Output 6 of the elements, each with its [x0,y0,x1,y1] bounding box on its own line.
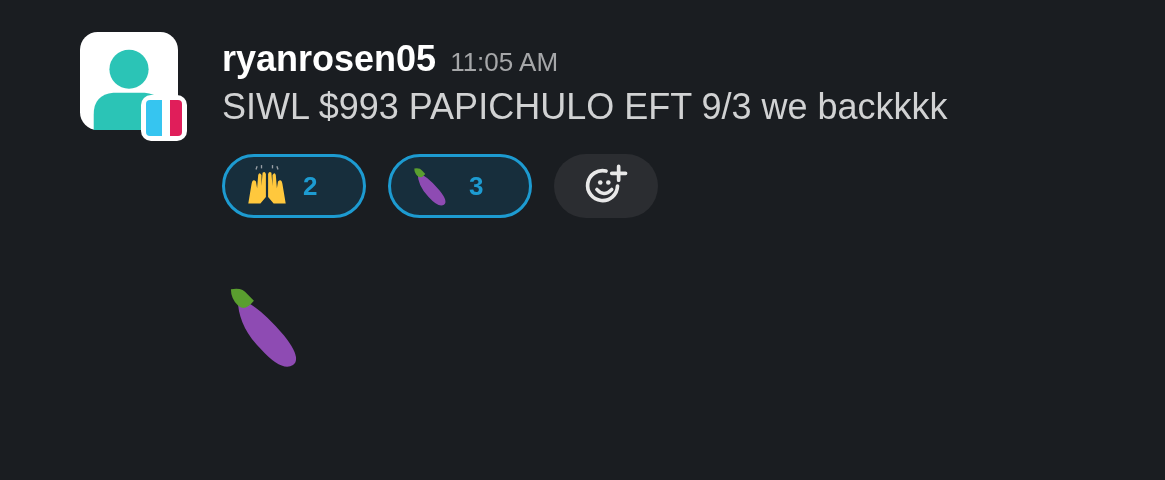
author-name[interactable]: ryanrosen05 [222,38,437,80]
message-text: SIWL $993 PAPICHULO EFT 9/3 we backkkk [222,85,949,129]
reaction-button[interactable]: 2 [222,154,366,218]
reaction-button[interactable]: 3 [388,154,532,218]
timestamp: 11:05 AM [450,47,559,78]
app-badge-icon [140,94,188,142]
